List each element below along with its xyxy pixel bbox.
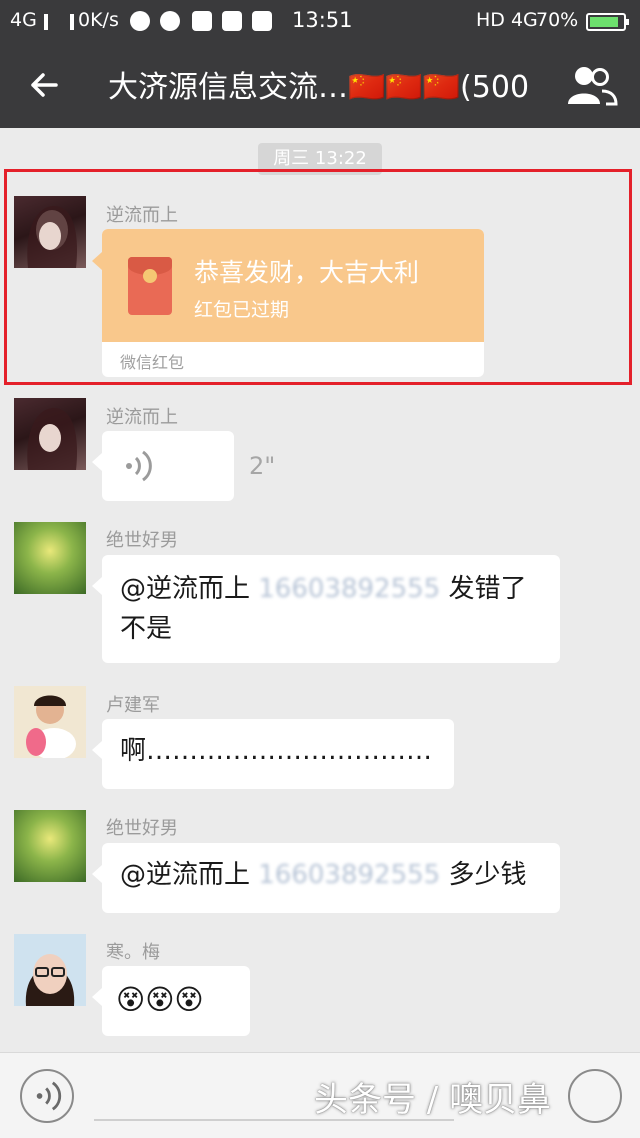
highlight-box — [4, 169, 632, 385]
dizzy-face-emoji: 😵 — [145, 983, 175, 1016]
emoji-message-bubble[interactable]: 😵😵😵 — [92, 966, 250, 1036]
avatar[interactable] — [14, 810, 86, 882]
voice-duration: 2" — [249, 452, 276, 480]
message-text-line2: 不是 — [120, 614, 173, 644]
network-right: HD 4G — [476, 9, 538, 31]
app-grid-icon — [222, 11, 242, 31]
voice-message-bubble[interactable] — [92, 431, 234, 501]
battery-percent: 70% — [536, 9, 579, 31]
avatar[interactable] — [14, 398, 86, 470]
arrow-left-icon[interactable] — [22, 60, 66, 110]
watermark: 头条号 / 噢贝鼻 — [314, 1080, 552, 1120]
status-bar: 4G 0K/s 13:51 HD 4G 70% — [0, 0, 640, 44]
chat-title: 大济源信息交流…🇨🇳🇨🇳🇨🇳(500 — [108, 70, 530, 105]
blurred-phone-number: 16603892555 — [258, 860, 441, 890]
sender-name: 绝世好男 — [106, 818, 178, 839]
voice-input-toggle[interactable] — [20, 1069, 74, 1123]
text-message-bubble[interactable]: @逆流而上 16603892555 多少钱 — [92, 843, 560, 913]
blurred-phone-number: 16603892555 — [258, 574, 441, 604]
network-left: 4G — [10, 9, 37, 31]
sender-name: 逆流而上 — [106, 407, 178, 428]
app-icon — [252, 11, 272, 31]
message-text: 发错了 — [440, 574, 527, 604]
sender-name: 卢建军 — [106, 695, 160, 716]
voice-wave-icon — [126, 450, 152, 482]
sender-name: 绝世好男 — [106, 530, 178, 551]
sender-name: 寒。梅 — [106, 942, 160, 963]
battery-icon — [586, 13, 629, 31]
dizzy-face-emoji: 😵 — [116, 983, 146, 1016]
signal-icon — [44, 14, 74, 30]
message-text: 啊…………………………… — [120, 736, 433, 766]
text-message-bubble[interactable]: @逆流而上 16603892555 发错了 不是 — [92, 555, 560, 663]
text-message-bubble[interactable]: 啊…………………………… — [92, 719, 454, 789]
mail-icon — [192, 11, 212, 31]
avatar[interactable] — [14, 686, 86, 758]
avatar[interactable] — [14, 522, 86, 594]
network-speed: 0K/s — [78, 9, 119, 31]
wechat-notification-icon — [160, 11, 180, 31]
plus-icon[interactable] — [568, 1069, 622, 1123]
chat-notification-icon — [130, 11, 150, 31]
voice-wave-icon — [36, 1081, 62, 1111]
avatar[interactable] — [14, 934, 86, 1006]
mention-text: @逆流而上 — [120, 860, 259, 890]
mention-text: @逆流而上 — [120, 574, 259, 604]
chat-header: 大济源信息交流…🇨🇳🇨🇳🇨🇳(500 — [0, 44, 640, 128]
group-members-icon[interactable] — [564, 62, 618, 110]
clock: 13:51 — [292, 8, 353, 32]
message-text: 多少钱 — [440, 860, 527, 890]
dizzy-face-emoji: 😵 — [174, 983, 204, 1016]
